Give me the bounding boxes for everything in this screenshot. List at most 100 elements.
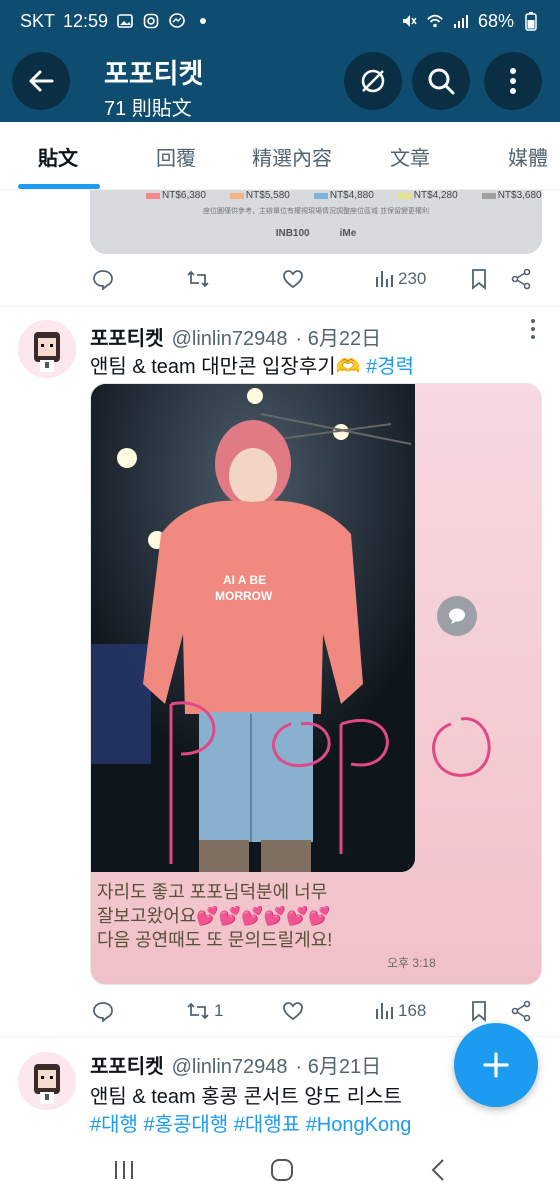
avatar[interactable] bbox=[18, 320, 76, 378]
price-legend: NT$6,380 NT$5,580 NT$4,880 NT$4,280 NT$3… bbox=[146, 190, 542, 201]
price-tier: NT$5,580 bbox=[245, 190, 290, 201]
bookmark-icon bbox=[472, 269, 486, 290]
handle[interactable]: @linlin72948 bbox=[172, 1056, 288, 1079]
hashtag-link[interactable]: #HongKong bbox=[306, 1114, 412, 1136]
bookmark-icon bbox=[472, 1001, 486, 1022]
logo-ime: iMe bbox=[339, 228, 357, 239]
repost-button[interactable] bbox=[186, 264, 210, 294]
seating-chart-image[interactable]: NT$6,380 NT$5,580 NT$4,880 NT$4,280 NT$3… bbox=[90, 190, 542, 254]
like-button[interactable] bbox=[282, 264, 304, 294]
profile-header: 포포티켓 71 則貼文 bbox=[0, 42, 560, 122]
post-divider bbox=[0, 306, 560, 307]
repost-button[interactable]: 1 bbox=[186, 996, 223, 1026]
reply-button[interactable] bbox=[92, 264, 114, 294]
signature-scribble bbox=[169, 701, 491, 864]
compose-button[interactable] bbox=[454, 1023, 538, 1107]
logo-inb100: INB100 bbox=[275, 228, 310, 239]
price-tier: NT$4,280 bbox=[413, 190, 458, 201]
svg-text:AI A BE: AI A BE bbox=[223, 573, 266, 587]
handle[interactable]: @linlin72948 bbox=[172, 328, 288, 351]
price-tier: NT$4,880 bbox=[329, 190, 374, 201]
post-text: 앤팀 & team 대만콘 입장후기🫶 #경력 bbox=[90, 350, 414, 379]
post-date[interactable]: · 6月21日 bbox=[296, 1050, 382, 1079]
post-header: 포포티켓 @linlin72948 · 6月21日 bbox=[90, 1050, 381, 1079]
grok-icon bbox=[361, 69, 385, 93]
profile-tabs: 貼文 回覆 精選內容 文章 媒體 bbox=[0, 122, 560, 190]
system-back-button[interactable] bbox=[418, 1150, 458, 1190]
bookmark-button[interactable] bbox=[470, 996, 488, 1026]
hashtag-link[interactable]: #대행표 bbox=[234, 1114, 300, 1136]
back-button[interactable] bbox=[12, 52, 70, 110]
profile-name: 포포티켓 bbox=[104, 59, 204, 89]
hashtag-link[interactable]: #홍콩대행 bbox=[144, 1114, 229, 1136]
post-date[interactable]: · 6月22日 bbox=[296, 322, 382, 351]
chat-caption: 자리도 좋고 포포님덕분에 너무 잘보고왔어요💕💕💕💕💕💕 다음 공연때도 또 … bbox=[97, 880, 332, 952]
caption-line: 잘보고왔어요💕💕💕💕💕💕 bbox=[97, 906, 331, 926]
post-hashtags: #대행 #홍콩대행 #대행표 #HongKong bbox=[90, 1108, 411, 1137]
plus-icon bbox=[483, 1052, 509, 1078]
bookmark-button[interactable] bbox=[470, 264, 488, 294]
battery-icon bbox=[522, 12, 540, 31]
tab-posts[interactable]: 貼文 bbox=[38, 122, 78, 190]
views-button[interactable]: 230 bbox=[374, 264, 426, 294]
post-body: 앤팀 & team 대만콘 입장후기🫶 bbox=[90, 356, 367, 378]
wifi-icon bbox=[426, 12, 444, 30]
heart-icon bbox=[283, 270, 303, 289]
messenger-icon bbox=[168, 12, 186, 30]
signal-icon bbox=[452, 12, 470, 30]
heart-icon bbox=[283, 1002, 303, 1021]
hashtag-link[interactable]: #대행 bbox=[90, 1114, 138, 1136]
search-icon bbox=[428, 68, 455, 95]
views-button[interactable]: 168 bbox=[374, 996, 426, 1026]
chat-timestamp: 오후 3:18 bbox=[387, 956, 436, 970]
share-icon bbox=[511, 268, 531, 290]
like-button[interactable] bbox=[282, 996, 304, 1026]
grok-button[interactable] bbox=[344, 52, 402, 110]
tab-indicator bbox=[18, 184, 100, 189]
search-button[interactable] bbox=[412, 52, 470, 110]
price-tier: NT$3,680 bbox=[497, 190, 542, 201]
repost-count: 1 bbox=[214, 1001, 224, 1020]
more-options-button[interactable] bbox=[484, 52, 542, 110]
repost-icon bbox=[187, 1002, 209, 1020]
price-tier: NT$6,380 bbox=[162, 190, 206, 201]
hashtag-link[interactable]: #경력 bbox=[366, 356, 414, 378]
carrier-label: SKT bbox=[20, 10, 56, 31]
tab-media[interactable]: 媒體 bbox=[508, 122, 548, 190]
instagram-icon bbox=[142, 12, 160, 30]
recent-apps-button[interactable] bbox=[104, 1150, 144, 1190]
more-vertical-icon bbox=[531, 319, 535, 339]
post-media[interactable]: AI A BE MORROW 자리도 좋고 포포님덕분에 너무 잘보고왔어요💕💕… bbox=[90, 383, 542, 985]
clock: 12:59 bbox=[63, 10, 109, 31]
caption-line: 다음 공연때도 또 문의드릴게요! bbox=[97, 930, 333, 950]
svg-text:MORROW: MORROW bbox=[215, 589, 273, 603]
views-count: 168 bbox=[398, 1001, 427, 1020]
recents-icon bbox=[115, 1161, 133, 1179]
gallery-icon bbox=[116, 12, 134, 30]
more-vertical-icon bbox=[510, 68, 516, 94]
home-button[interactable] bbox=[262, 1150, 302, 1190]
tab-highlights[interactable]: 精選內容 bbox=[252, 122, 332, 190]
share-icon bbox=[511, 1000, 531, 1022]
post-header: 포포티켓 @linlin72948 · 6月22日 bbox=[90, 322, 381, 351]
battery-label: 68% bbox=[477, 10, 514, 31]
post-actions: 230 bbox=[90, 264, 540, 294]
reply-icon bbox=[93, 1002, 113, 1022]
share-button[interactable] bbox=[510, 996, 532, 1026]
views-icon bbox=[376, 1003, 393, 1019]
post-count: 71 則貼文 bbox=[104, 98, 192, 120]
comment-bubble bbox=[437, 596, 477, 636]
share-button[interactable] bbox=[510, 264, 532, 294]
reply-button[interactable] bbox=[92, 996, 114, 1026]
sponsor-logos: INB100 iMe bbox=[90, 228, 542, 239]
mute-icon bbox=[400, 12, 418, 30]
tab-replies[interactable]: 回覆 bbox=[156, 122, 196, 190]
reply-icon bbox=[93, 270, 113, 290]
tab-articles[interactable]: 文章 bbox=[390, 122, 430, 190]
caption-line: 자리도 좋고 포포님덕분에 너무 bbox=[97, 882, 328, 902]
avatar-icon bbox=[18, 1052, 76, 1110]
display-name[interactable]: 포포티켓 bbox=[90, 1050, 164, 1079]
post-more-button[interactable] bbox=[530, 318, 536, 346]
display-name[interactable]: 포포티켓 bbox=[90, 322, 164, 351]
avatar[interactable] bbox=[18, 1052, 76, 1110]
